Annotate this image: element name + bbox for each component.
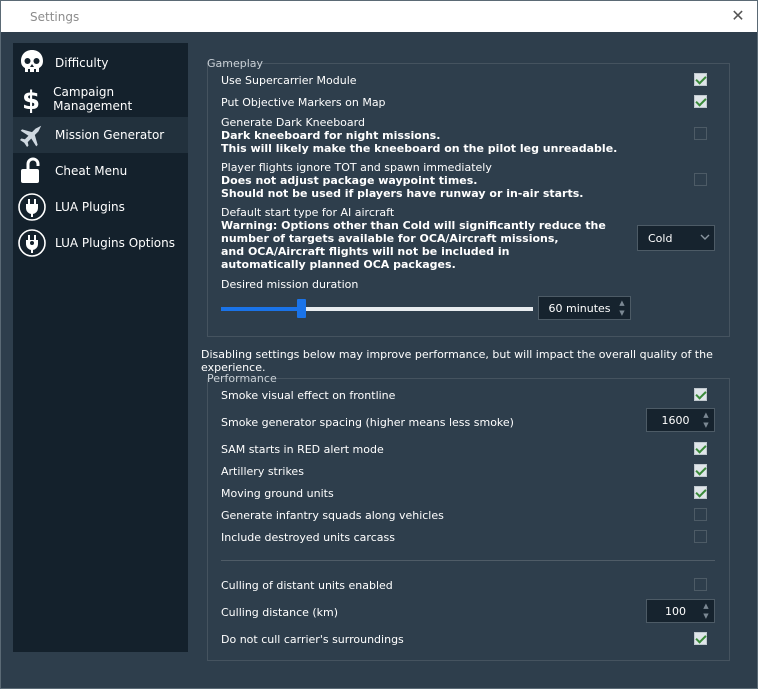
ignore-tot-title: Player flights ignore TOT and spawn imme… xyxy=(221,161,492,174)
sidebar-item-label: LUA Plugins Options xyxy=(55,236,175,250)
culling-checkbox[interactable] xyxy=(694,578,707,591)
title-bar: Settings ✕ xyxy=(1,1,757,32)
spin-up-icon[interactable]: ▲ xyxy=(617,298,627,308)
duration-slider-handle[interactable] xyxy=(297,299,306,318)
infantry-label: Generate infantry squads along vehicles xyxy=(221,509,444,522)
gameplay-group-title: Gameplay xyxy=(207,57,264,70)
close-icon[interactable]: ✕ xyxy=(729,7,747,25)
sidebar-item-label: Campaign Management xyxy=(53,85,133,113)
start-type-warning-2: number of targets available for OCA/Airc… xyxy=(221,232,559,245)
spin-up-icon[interactable]: ▲ xyxy=(701,410,711,420)
sidebar-item-cheat-menu[interactable]: Cheat Menu xyxy=(13,153,188,189)
plug-icon xyxy=(17,192,47,222)
jet-icon xyxy=(17,120,47,150)
duration-slider-fill xyxy=(221,307,301,311)
start-type-warning-1: Warning: Options other than Cold will si… xyxy=(221,219,606,232)
sidebar-item-campaign-management[interactable]: $ Campaign Management xyxy=(13,81,188,117)
sidebar-item-mission-generator[interactable]: Mission Generator xyxy=(13,117,188,153)
settings-window: Difficulty $ Campaign Management Mission… xyxy=(1,32,757,688)
spin-down-icon[interactable]: ▼ xyxy=(701,420,711,430)
objective-markers-checkbox[interactable] xyxy=(694,95,707,108)
chevron-down-icon xyxy=(700,230,710,247)
dollar-icon: $ xyxy=(17,84,45,114)
start-type-label: Default start type for AI aircraft Warni… xyxy=(221,206,606,271)
dark-kneeboard-label: Generate Dark Kneeboard Dark kneeboard f… xyxy=(221,116,617,155)
duration-spinbox[interactable]: 60 minutes ▲ ▼ xyxy=(538,296,631,320)
dark-kneeboard-help-2: This will likely make the kneeboard on t… xyxy=(221,142,618,155)
smoke-spacing-spinbox[interactable]: 1600 ▲ ▼ xyxy=(646,408,715,432)
start-type-title: Default start type for AI aircraft xyxy=(221,206,395,219)
objective-markers-label: Put Objective Markers on Map xyxy=(221,96,386,109)
ignore-tot-label: Player flights ignore TOT and spawn imme… xyxy=(221,161,583,200)
sidebar-item-lua-plugins[interactable]: LUA Plugins xyxy=(13,189,188,225)
ignore-tot-help-2: Should not be used if players have runwa… xyxy=(221,187,584,200)
smoke-label: Smoke visual effect on frontline xyxy=(221,389,396,402)
sidebar-item-lua-plugins-options[interactable]: LUA Plugins Options xyxy=(13,225,188,261)
spin-up-icon[interactable]: ▲ xyxy=(701,601,711,611)
dark-kneeboard-title: Generate Dark Kneeboard xyxy=(221,116,365,129)
duration-slider[interactable] xyxy=(221,298,533,320)
sidebar-item-label: Mission Generator xyxy=(55,128,165,142)
ignore-tot-help-1: Does not adjust package waypoint times. xyxy=(221,174,478,187)
divider xyxy=(221,560,715,561)
carcass-checkbox[interactable] xyxy=(694,530,707,543)
start-type-warning-4: automatically planned OCA packages. xyxy=(221,258,456,271)
smoke-spacing-label: Smoke generator spacing (higher means le… xyxy=(221,416,514,429)
sam-red-label: SAM starts in RED alert mode xyxy=(221,443,384,456)
unlock-icon xyxy=(17,156,47,186)
skull-icon xyxy=(17,48,47,78)
start-type-warning-3: and OCA/Aircraft flights will not be inc… xyxy=(221,245,510,258)
supercarrier-label: Use Supercarrier Module xyxy=(221,74,357,87)
infantry-checkbox[interactable] xyxy=(694,508,707,521)
carrier-cull-label: Do not cull carrier's surroundings xyxy=(221,633,404,646)
duration-label: Desired mission duration xyxy=(221,278,359,291)
sidebar-item-label: Cheat Menu xyxy=(55,164,128,178)
ignore-tot-checkbox[interactable] xyxy=(694,173,707,186)
sidebar: Difficulty $ Campaign Management Mission… xyxy=(13,43,188,652)
plug-settings-icon xyxy=(17,228,47,258)
supercarrier-checkbox[interactable] xyxy=(694,73,707,86)
performance-note: Disabling settings below may improve per… xyxy=(201,348,713,374)
sidebar-item-label: Difficulty xyxy=(55,56,109,70)
sam-red-checkbox[interactable] xyxy=(694,442,707,455)
moving-units-label: Moving ground units xyxy=(221,487,334,500)
spin-down-icon[interactable]: ▼ xyxy=(701,611,711,621)
sidebar-item-label: LUA Plugins xyxy=(55,200,125,214)
svg-text:$: $ xyxy=(22,86,40,113)
dark-kneeboard-checkbox[interactable] xyxy=(694,127,707,140)
artillery-checkbox[interactable] xyxy=(694,464,707,477)
culling-distance-spinbox[interactable]: 100 ▲ ▼ xyxy=(646,599,715,623)
artillery-label: Artillery strikes xyxy=(221,465,304,478)
moving-units-checkbox[interactable] xyxy=(694,486,707,499)
start-type-value: Cold xyxy=(648,232,673,245)
carcass-label: Include destroyed units carcass xyxy=(221,531,395,544)
spin-down-icon[interactable]: ▼ xyxy=(617,308,627,318)
smoke-checkbox[interactable] xyxy=(694,388,707,401)
culling-distance-label: Culling distance (km) xyxy=(221,606,339,619)
culling-label: Culling of distant units enabled xyxy=(221,579,393,592)
carrier-cull-checkbox[interactable] xyxy=(694,632,707,645)
dark-kneeboard-help-1: Dark kneeboard for night missions. xyxy=(221,129,441,142)
start-type-select[interactable]: Cold xyxy=(637,225,715,251)
window-title: Settings xyxy=(30,10,80,24)
sidebar-item-difficulty[interactable]: Difficulty xyxy=(13,45,188,81)
performance-group-title: Performance xyxy=(207,372,277,385)
